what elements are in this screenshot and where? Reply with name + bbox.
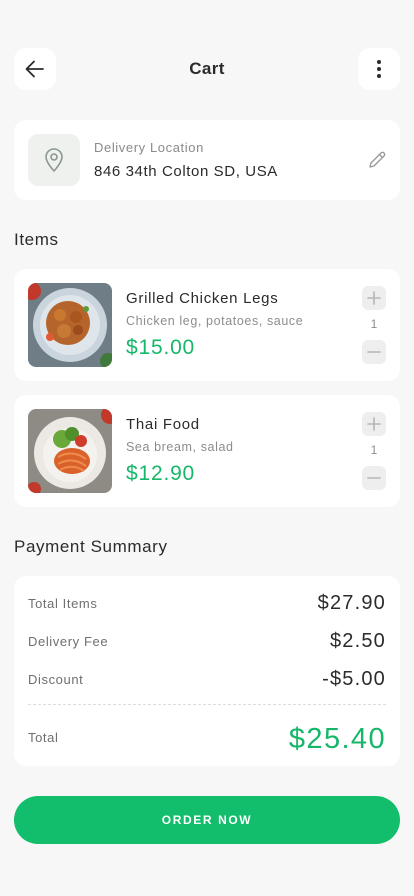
pencil-icon [369,151,386,168]
increase-quantity-button[interactable] [362,286,386,310]
summary-row-discount: Discount -$5.00 [28,663,386,693]
item-name: Thai Food [126,416,200,433]
summary-row-delivery-fee: Delivery Fee $2.50 [28,625,386,655]
cart-item[interactable]: Thai Food Sea bream, salad $12.90 1 [14,395,400,507]
summary-label: Total Items [28,596,98,611]
items-section-title: Items [14,230,59,249]
quantity-stepper: 1 [362,286,386,364]
summary-divider [28,704,386,705]
summary-row-total: Total $25.40 [28,716,386,756]
total-label: Total [28,730,59,745]
more-vertical-icon [377,60,381,78]
item-image [28,283,112,367]
minus-icon [367,477,381,479]
total-value: $25.40 [288,723,386,755]
increase-quantity-button[interactable] [362,412,386,436]
plus-icon [367,417,381,431]
header: Cart [14,48,400,90]
payment-summary-title: Payment Summary [14,537,168,556]
quantity-value: 1 [370,443,378,457]
delivery-location-label: Delivery Location [94,140,204,155]
payment-summary-card: Total Items $27.90 Delivery Fee $2.50 Di… [14,576,400,766]
decrease-quantity-button[interactable] [362,466,386,490]
summary-label: Discount [28,672,84,687]
page-title: Cart [189,59,225,78]
decrease-quantity-button[interactable] [362,340,386,364]
location-pin-icon [45,148,63,172]
delivery-location-card[interactable]: Delivery Location 846 34th Colton SD, US… [14,120,400,200]
minus-icon [367,351,381,353]
summary-value: $2.50 [329,630,386,652]
item-price: $12.90 [126,462,196,485]
more-button[interactable] [358,48,400,90]
quantity-stepper: 1 [362,412,386,490]
cart-item[interactable]: Grilled Chicken Legs Chicken leg, potato… [14,269,400,381]
item-description: Sea bream, salad [126,440,234,454]
item-price: $15.00 [126,336,196,359]
quantity-value: 1 [370,317,378,331]
delivery-address: 846 34th Colton SD, USA [94,163,278,180]
summary-value: $27.90 [317,592,386,614]
edit-location-button[interactable] [366,149,388,171]
plus-icon [367,291,381,305]
location-icon-box [28,134,80,186]
item-description: Chicken leg, potatoes, sauce [126,314,304,328]
item-image [28,409,112,493]
item-name: Grilled Chicken Legs [126,290,279,307]
summary-value: -$5.00 [322,668,386,690]
order-now-button[interactable]: ORDER NOW [14,796,400,844]
summary-label: Delivery Fee [28,634,109,649]
summary-row-total-items: Total Items $27.90 [28,587,386,617]
